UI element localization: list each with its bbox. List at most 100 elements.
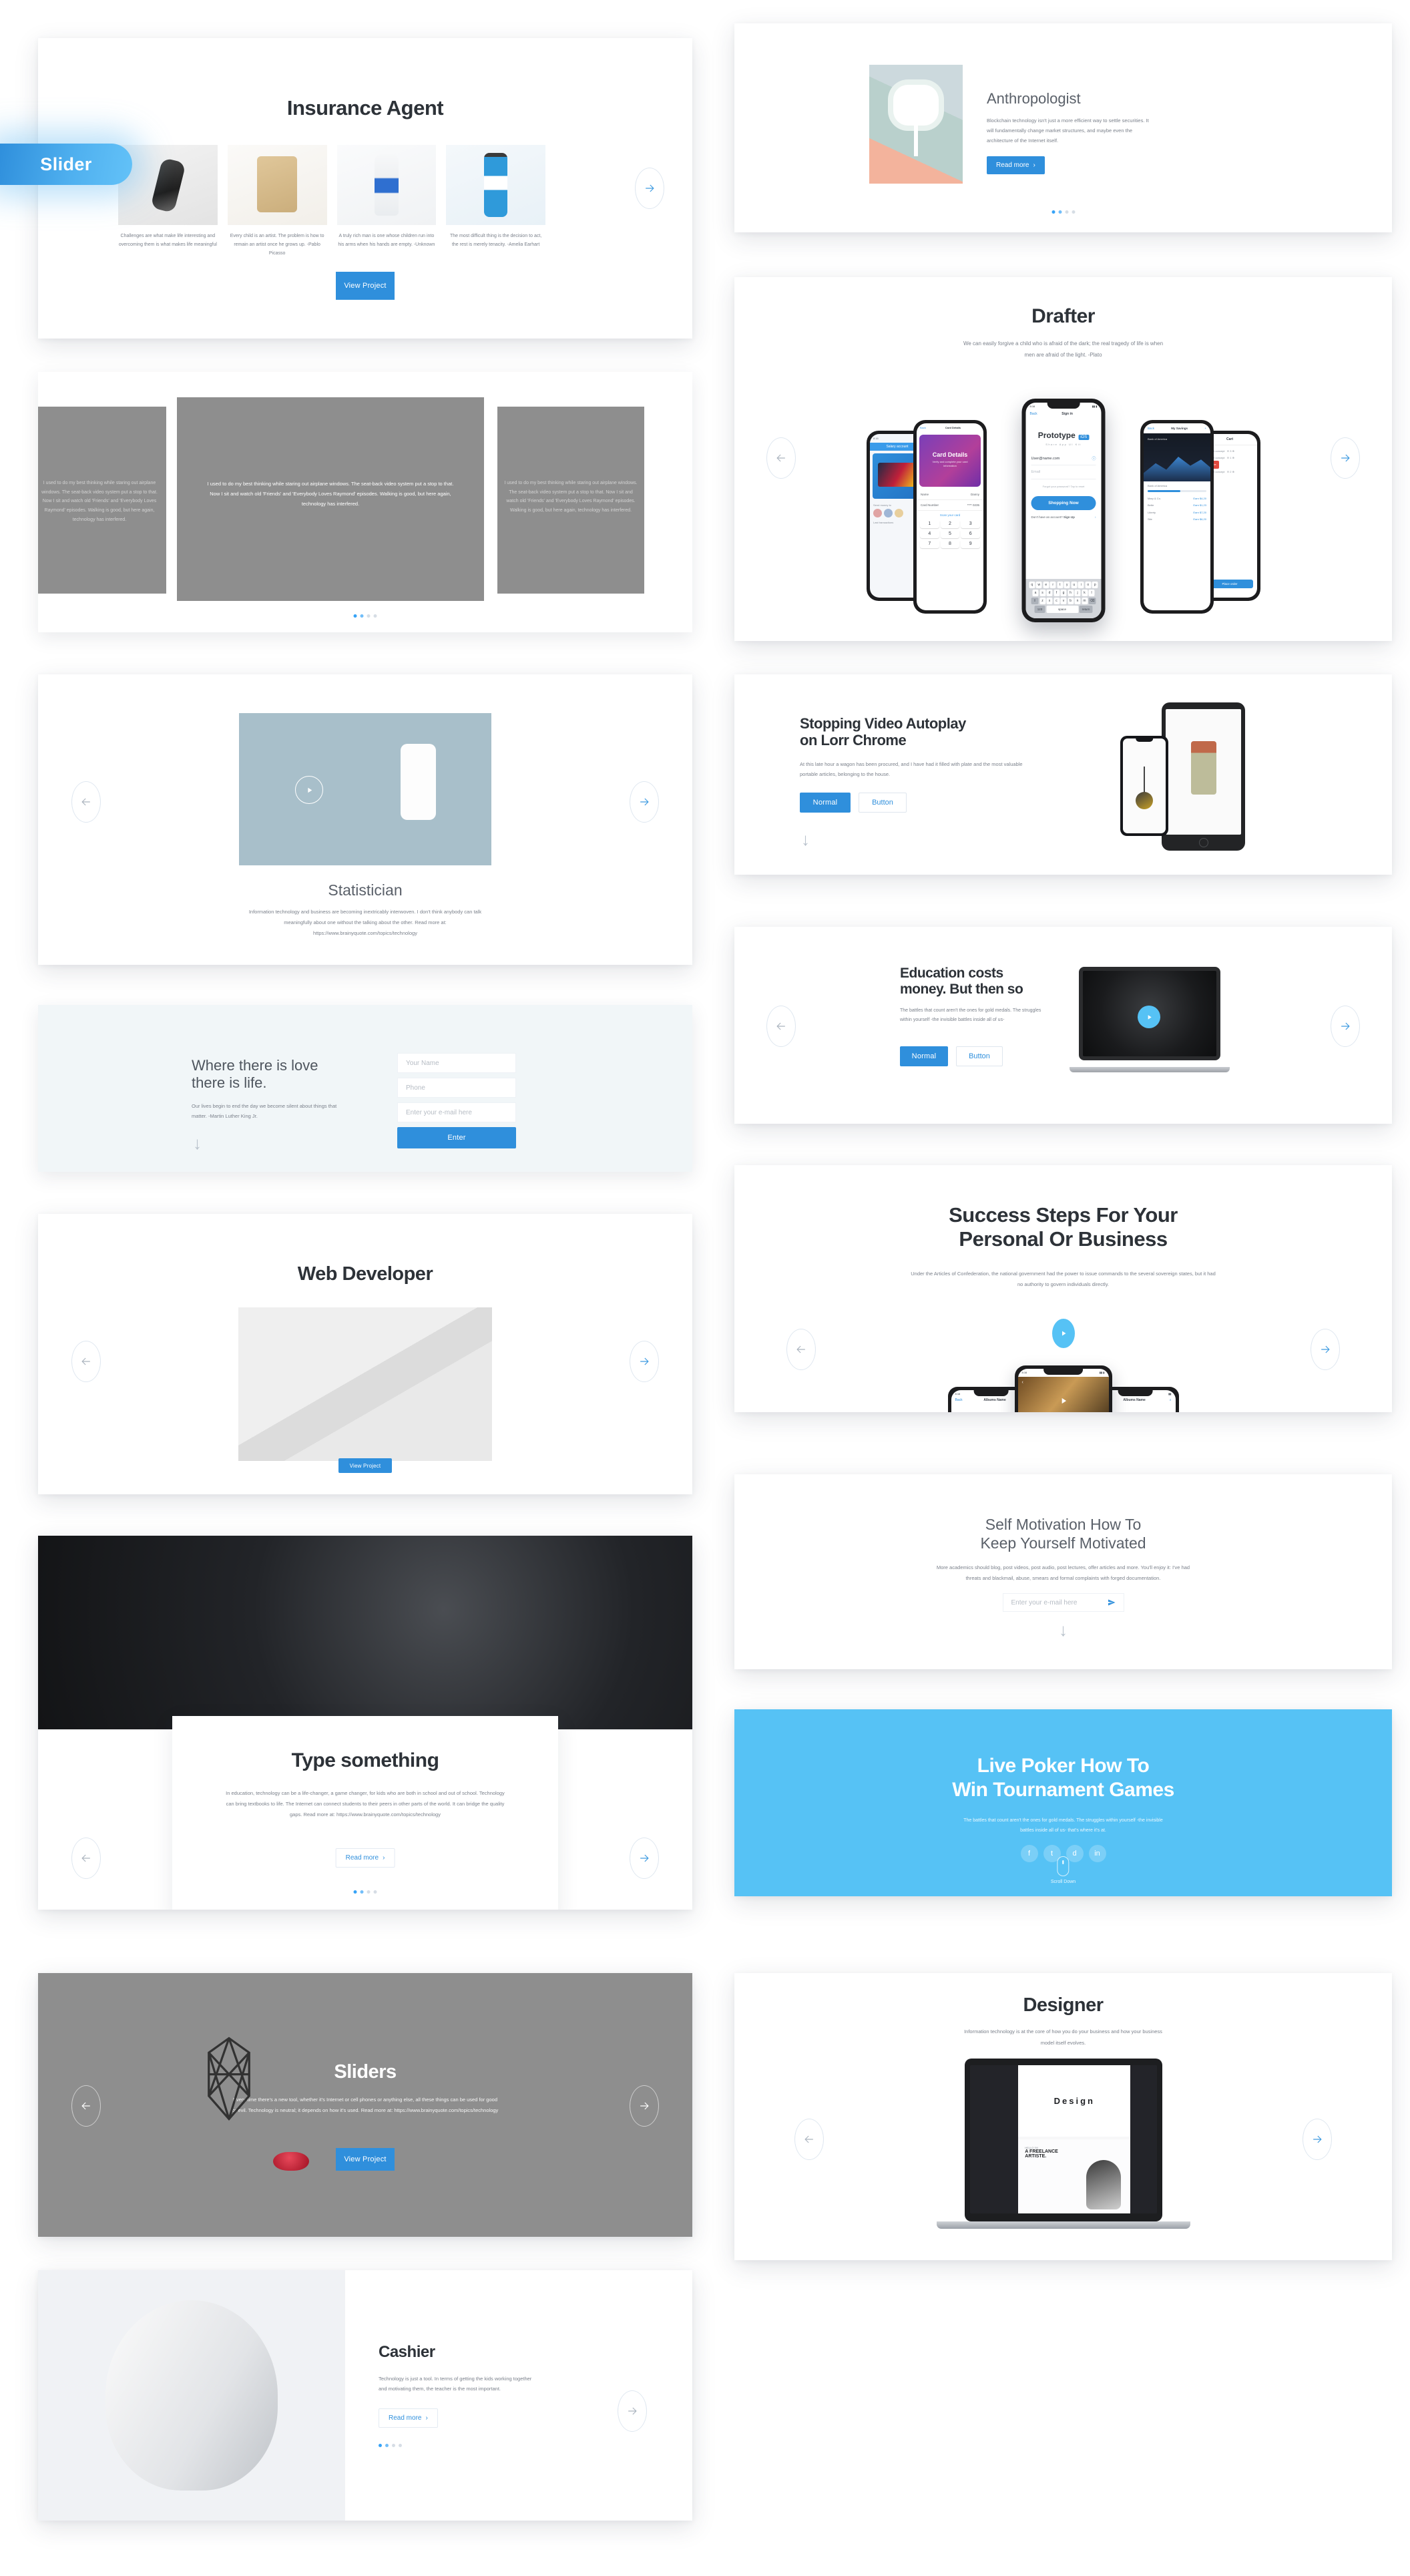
education-primary-button[interactable]: Normal <box>900 1046 948 1067</box>
insurance-quote-1: Challenges are what make life interestin… <box>118 234 217 247</box>
email-value[interactable]: User@name.com <box>1031 457 1060 461</box>
education-play-icon[interactable] <box>1138 1006 1160 1028</box>
success-phone-center[interactable]: 8:16▮▮ ▮ ‹ Offshore Software Development… <box>1014 1365 1112 1412</box>
shopping-now-button[interactable]: Shopping Now <box>1031 496 1096 510</box>
love-enter-button[interactable]: Enter <box>397 1127 516 1148</box>
slider-badge: Slider <box>0 144 132 185</box>
phone-back-label: Back <box>920 426 926 429</box>
grey-slide-prev[interactable]: I used to do my best thinking while star… <box>38 407 166 594</box>
arrow-left-icon <box>81 1854 90 1862</box>
card-cashier: Cashier Technology is just a tool. In te… <box>38 2270 692 2521</box>
grey-slide-next[interactable]: I used to do my best thinking while star… <box>497 407 644 594</box>
drafter-phone-left[interactable]: Back Card Details Card Details Verify an… <box>913 420 987 614</box>
card-live-poker: Live Poker How To Win Tournament Games T… <box>734 1709 1392 1896</box>
mouse-scroll-icon <box>1057 1856 1070 1876</box>
love-title-line1: Where there is love <box>192 1057 318 1074</box>
sliders-view-project-button[interactable]: View Project <box>336 2148 395 2171</box>
phone-keyboard[interactable]: qwertyuiop asdfghjkl ⇧ z x c v b n m ⌫ 123 space… <box>1025 579 1102 618</box>
key-space[interactable]: space <box>1046 606 1078 613</box>
card-details-title: Card Details <box>945 426 961 429</box>
love-name-input[interactable]: Your Name <box>397 1053 516 1073</box>
card-drafter: Drafter We can easily forgive a child wh… <box>734 277 1392 641</box>
center-phone-back[interactable]: Back <box>1030 412 1037 416</box>
scan-card-link[interactable]: Scan your card <box>917 511 983 519</box>
anthropologist-dots[interactable] <box>1051 210 1075 214</box>
statistician-next-arrow[interactable] <box>630 781 659 823</box>
autoplay-secondary-button[interactable]: Button <box>859 793 907 813</box>
grey-carousel-dots[interactable] <box>353 614 377 618</box>
arrow-right-icon <box>628 2407 637 2415</box>
typesomething-hero-image <box>38 1536 692 1729</box>
linkedin-icon[interactable]: in <box>1088 1845 1106 1862</box>
typesomething-dots[interactable] <box>353 1890 377 1894</box>
selfmotivation-title-line2: Keep Yourself Motivated <box>980 1534 1146 1552</box>
anthropologist-read-more-button[interactable]: Read more › <box>987 156 1045 174</box>
signup-link[interactable]: Sign Up <box>1064 515 1075 519</box>
education-title-line1: Education costs <box>900 965 1003 981</box>
selfmotivation-scroll-down-icon[interactable]: ↓ <box>1059 1621 1068 1639</box>
bank-chart-label: Bank of America <box>1148 437 1168 441</box>
sliders-next-arrow[interactable] <box>630 2085 659 2127</box>
statistician-prev-arrow[interactable] <box>71 781 101 823</box>
key-return[interactable]: return <box>1079 606 1093 613</box>
red-button-prop <box>273 2152 309 2171</box>
card-success-steps: Success Steps For Your Personal Or Busin… <box>734 1165 1392 1412</box>
insurance-view-project-button[interactable]: View Project <box>336 272 395 300</box>
typesomething-next-arrow[interactable] <box>630 1838 659 1879</box>
success-right-title: Albums Name <box>1123 1398 1146 1402</box>
love-phone-placeholder: Phone <box>406 1084 425 1092</box>
webdev-prev-arrow[interactable] <box>71 1341 101 1382</box>
cashier-dots[interactable] <box>379 2443 532 2447</box>
drafter-phone-center[interactable]: 8:16 ▮▮ ▮ Back Sign in Prototype iOS Shar… <box>1021 399 1106 622</box>
typesomething-prev-arrow[interactable] <box>71 1838 101 1879</box>
play-icon[interactable] <box>295 776 323 804</box>
sliders-prev-arrow[interactable] <box>71 2085 101 2127</box>
selfmotivation-email-placeholder: Enter your e-mail here <box>1011 1598 1078 1606</box>
education-prev-arrow[interactable] <box>766 1006 796 1047</box>
product-image-4 <box>446 145 545 225</box>
arrow-right-icon <box>640 1854 649 1862</box>
insurance-item[interactable]: Challenges are what make life interestin… <box>118 145 218 258</box>
designer-screen-role1: A FREELANCE <box>1025 2149 1058 2154</box>
forgot-password-link[interactable]: Forgot your password? Tap to reset <box>1026 485 1102 488</box>
success-left-back[interactable]: Back <box>955 1398 963 1402</box>
love-phone-input[interactable]: Phone <box>397 1078 516 1098</box>
grey-slide-active[interactable]: I used to do my best thinking while star… <box>177 397 484 601</box>
typesomething-read-more-button[interactable]: Read more › <box>335 1848 395 1868</box>
education-secondary-button[interactable]: Button <box>956 1046 1003 1067</box>
drafter-prev-arrow[interactable] <box>766 437 796 479</box>
drafter-phone-right[interactable]: Back My Savings + Bank of America Bank of… <box>1140 420 1214 614</box>
insurance-item[interactable]: Every child is an artist. The problem is… <box>227 145 327 258</box>
cashier-read-more-button[interactable]: Read more › <box>379 2408 438 2428</box>
product-image-2 <box>227 145 327 225</box>
success-next-arrow[interactable] <box>1311 1329 1340 1370</box>
webdev-view-project-button[interactable]: View Project <box>338 1458 392 1473</box>
education-next-arrow[interactable] <box>1331 1006 1360 1047</box>
typesomething-title: Type something <box>291 1749 439 1771</box>
designer-body: Information technology is at the core of… <box>964 2028 1162 2046</box>
poker-scroll-down[interactable]: Scroll Down <box>1051 1856 1076 1884</box>
drafter-next-arrow[interactable] <box>1331 437 1360 479</box>
webdev-next-arrow[interactable] <box>630 1341 659 1382</box>
read-more-label: Read more <box>389 2414 422 2422</box>
arrow-right-icon <box>1321 1345 1330 1353</box>
cashier-next-arrow[interactable] <box>618 2390 647 2432</box>
love-email-input[interactable]: Enter your e-mail here <box>397 1102 516 1122</box>
selfmotivation-email-input[interactable]: Enter your e-mail here <box>1002 1593 1124 1612</box>
autoplay-scroll-down-icon[interactable]: ↓ <box>801 831 810 848</box>
success-play-icon[interactable] <box>1051 1319 1075 1348</box>
insurance-item[interactable]: The most difficult thing is the decision… <box>446 145 545 258</box>
insurance-item[interactable]: A truly rich man is one whose children r… <box>336 145 437 258</box>
designer-prev-arrow[interactable] <box>794 2119 824 2160</box>
card-education-costs: Education costs money. But then so The b… <box>734 927 1392 1124</box>
success-prev-arrow[interactable] <box>786 1329 816 1370</box>
key-123[interactable]: 123 <box>1034 606 1045 613</box>
selfmotivation-title-line1: Self Motivation How To <box>985 1516 1142 1533</box>
designer-next-arrow[interactable] <box>1303 2119 1332 2160</box>
signup-prefix: Don't have an account? <box>1031 515 1063 519</box>
autoplay-primary-button[interactable]: Normal <box>800 793 851 813</box>
love-scroll-down-icon[interactable]: ↓ <box>193 1134 202 1152</box>
email-field[interactable]: Email <box>1031 465 1096 479</box>
insurance-next-arrow[interactable] <box>635 168 664 209</box>
facebook-icon[interactable]: f <box>1020 1845 1038 1862</box>
